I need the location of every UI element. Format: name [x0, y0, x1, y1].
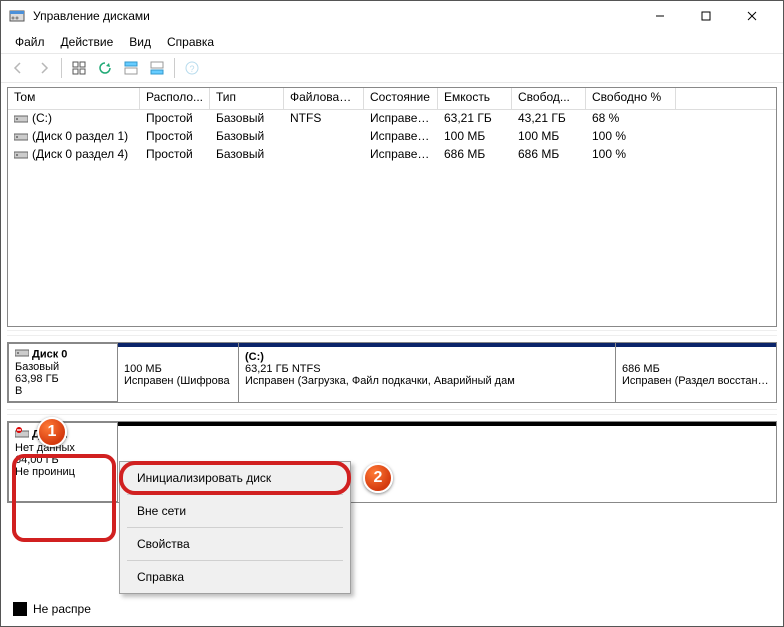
menu-view[interactable]: Вид: [121, 33, 159, 51]
volume-icon: [14, 150, 28, 160]
volume-icon: [14, 132, 28, 142]
menubar: Файл Действие Вид Справка: [1, 31, 783, 53]
table-row[interactable]: (Диск 0 раздел 1)ПростойБазовыйИсправен.…: [8, 128, 776, 146]
context-properties[interactable]: Свойства: [123, 531, 347, 557]
col-cap[interactable]: Емкость: [438, 88, 512, 109]
col-type[interactable]: Тип: [210, 88, 284, 109]
disk-0-partition-c[interactable]: (C:) 63,21 ГБ NTFS Исправен (Загрузка, Ф…: [239, 343, 615, 402]
context-menu: Инициализировать диск Вне сети Свойства …: [119, 461, 351, 594]
col-pct[interactable]: Свободно %: [586, 88, 676, 109]
table-row[interactable]: (C:)ПростойБазовыйNTFSИсправен...63,21 Г…: [8, 110, 776, 128]
table-header: Том Располо... Тип Файловая с... Состоян…: [8, 88, 776, 110]
context-help[interactable]: Справка: [123, 564, 347, 590]
disk-graphical-view: Диск 0 Базовый 63,98 ГБ В 100 МБ Исправе…: [7, 342, 777, 403]
col-free[interactable]: Свобод...: [512, 88, 586, 109]
annotation-2-badge: 2: [363, 463, 393, 493]
disk-0-row: Диск 0 Базовый 63,98 ГБ В 100 МБ Исправе…: [8, 343, 776, 402]
minimize-button[interactable]: [637, 1, 683, 31]
refresh-icon[interactable]: [94, 57, 116, 79]
help-icon[interactable]: ?: [181, 57, 203, 79]
col-fs[interactable]: Файловая с...: [284, 88, 364, 109]
toolbar: ?: [1, 53, 783, 83]
table-row[interactable]: (Диск 0 раздел 4)ПростойБазовыйИсправен.…: [8, 146, 776, 164]
view-bottom-icon[interactable]: [146, 57, 168, 79]
svg-text:?: ?: [189, 64, 194, 74]
view-list-icon[interactable]: [68, 57, 90, 79]
disk-0-partition-1[interactable]: 100 МБ Исправен (Шифрова: [118, 343, 238, 402]
maximize-button[interactable]: [683, 1, 729, 31]
context-initialize-disk[interactable]: Инициализировать диск: [123, 465, 347, 491]
volume-list: Том Располо... Тип Файловая с... Состоян…: [7, 87, 777, 327]
disk-0-header[interactable]: Диск 0 Базовый 63,98 ГБ В: [8, 343, 118, 402]
menu-action[interactable]: Действие: [53, 33, 122, 51]
legend-unallocated: Не распре: [13, 602, 91, 616]
forward-button[interactable]: [33, 57, 55, 79]
view-top-icon[interactable]: [120, 57, 142, 79]
legend-swatch-icon: [13, 602, 27, 616]
close-button[interactable]: [729, 1, 775, 31]
volume-icon: [14, 114, 28, 124]
back-button[interactable]: [7, 57, 29, 79]
annotation-1-badge: 1: [37, 417, 67, 447]
disk-0-partition-4[interactable]: 686 МБ Исправен (Раздел восстановле: [616, 343, 776, 402]
menu-file[interactable]: Файл: [7, 33, 53, 51]
disk-icon: [15, 348, 29, 361]
col-layout[interactable]: Располо...: [140, 88, 210, 109]
context-offline[interactable]: Вне сети: [123, 498, 347, 524]
disk-offline-icon: [15, 427, 29, 442]
splitter[interactable]: [7, 330, 777, 336]
window-title: Управление дисками: [33, 9, 637, 23]
splitter-2[interactable]: [7, 409, 777, 415]
col-status[interactable]: Состояние: [364, 88, 438, 109]
titlebar: Управление дисками: [1, 1, 783, 31]
menu-help[interactable]: Справка: [159, 33, 222, 51]
col-volume[interactable]: Том: [8, 88, 140, 109]
app-icon: [9, 8, 25, 24]
